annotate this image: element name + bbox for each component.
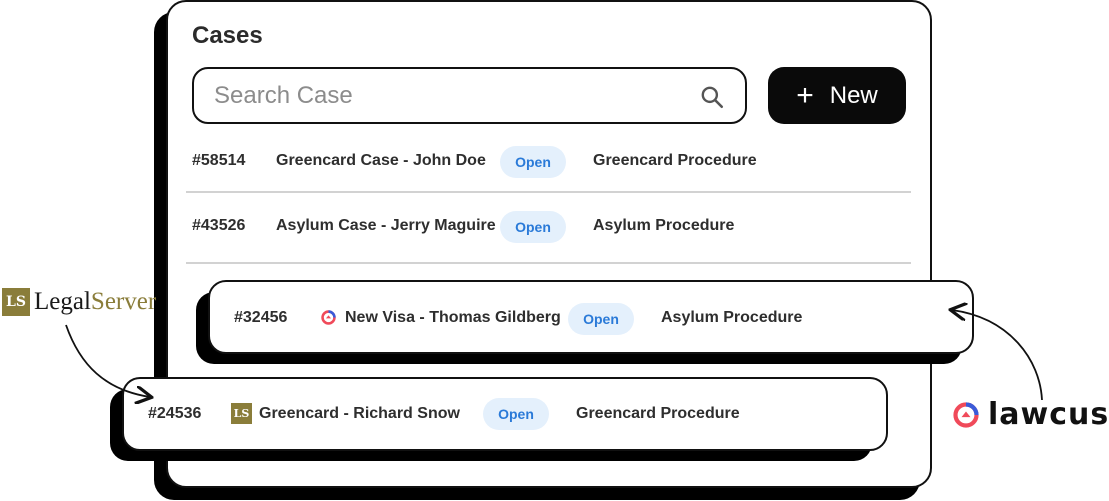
connector-arrows	[65, 0, 1043, 501]
legalserver-arrow	[65, 324, 150, 397]
lawcus-arrow	[952, 310, 1043, 401]
stage: Cases + New #58514 Greencard Case - John…	[0, 0, 1109, 501]
